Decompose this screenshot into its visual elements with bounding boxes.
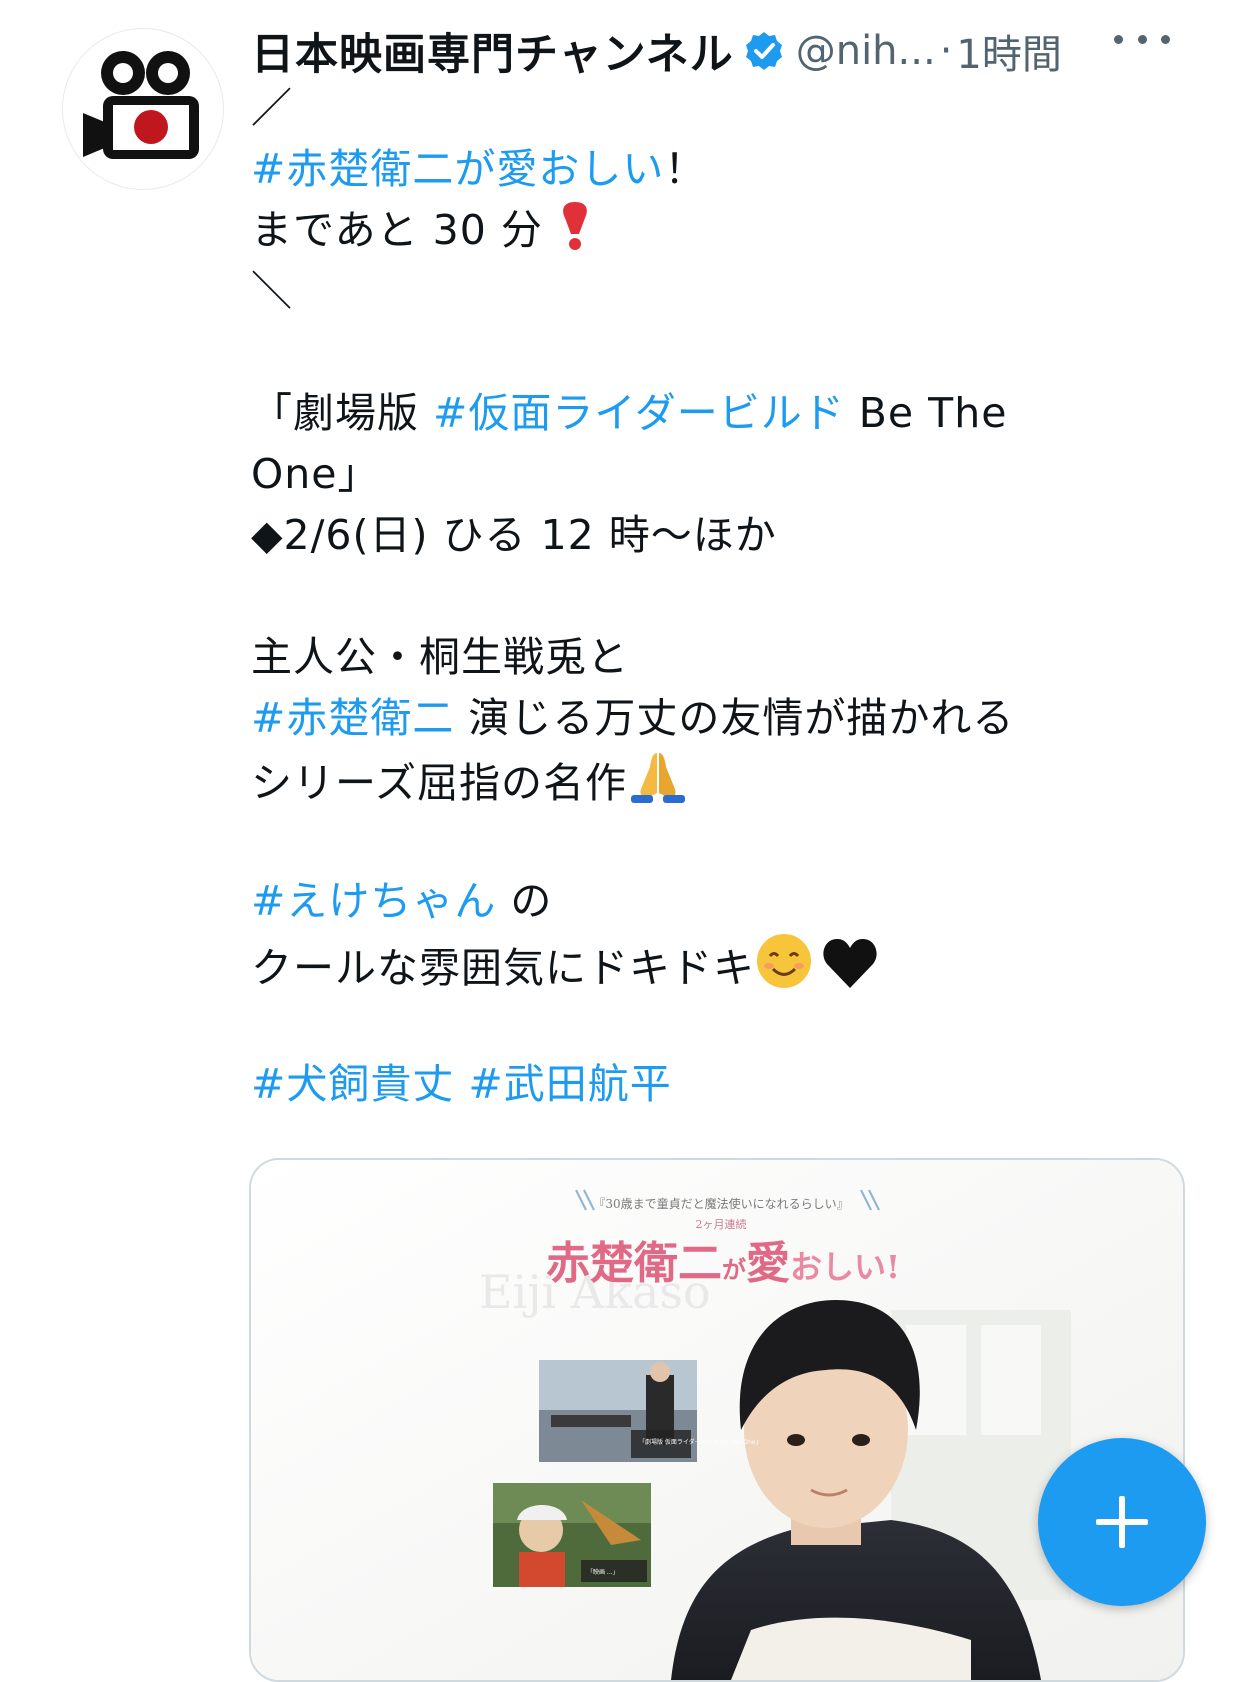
text-fragment: シリーズ屈指の名作 <box>251 759 627 807</box>
text-line: ／ <box>251 78 1111 139</box>
tweet-timestamp[interactable]: 1時間 <box>956 22 1061 80</box>
film-camera-icon <box>83 51 199 159</box>
text-fragment: ／ <box>251 84 293 132</box>
thumbnail-caption-2: 「映画 ...」 <box>587 1568 619 1576</box>
media-subheader-text: 2ヶ月連続 <box>696 1217 747 1231</box>
text-line: #赤楚衛二 演じる万丈の友情が描かれる <box>251 688 1111 749</box>
hashtag-link[interactable]: #犬飼貴丈 <box>251 1060 454 1108</box>
compose-tweet-button[interactable] <box>1038 1438 1206 1606</box>
text-fragment: まであと 30 分 <box>251 206 543 254</box>
thumbnail-photo-2: 「映画 ...」 <box>493 1483 651 1587</box>
display-name[interactable]: 日本映画専門チャンネル <box>251 20 734 82</box>
author-avatar[interactable] <box>62 28 224 190</box>
hashtag-link[interactable]: #赤楚衛二 <box>251 694 454 742</box>
media-title-part: 愛 <box>746 1238 790 1289</box>
media-title-part: が <box>722 1255 746 1284</box>
plus-icon <box>1096 1496 1148 1548</box>
text-fragment: ＼ <box>251 267 293 315</box>
hashtag-link[interactable]: #仮面ライダービルド <box>433 389 845 437</box>
text-line: #えけちゃん の <box>251 871 1111 932</box>
folded-hands-icon <box>627 749 689 822</box>
text-line: 「劇場版 #仮面ライダービルド Be The <box>251 383 1111 444</box>
text-fragment: ◆2/6(日) ひる 12 時〜ほか <box>251 511 777 559</box>
thumbnail-caption-1: 「劇場版 仮面ライダービルド Be The One」 <box>639 1438 762 1446</box>
author-handle[interactable]: @nih... <box>796 28 936 74</box>
text-fragment: 「劇場版 <box>251 389 434 437</box>
text-fragment: の <box>496 877 553 925</box>
text-line: #赤楚衛二が愛おしい！ <box>251 139 1111 200</box>
separator-dot: · <box>939 28 953 74</box>
text-line: 主人公・桐生戦兎と <box>251 627 1111 688</box>
text-line: One」 <box>251 444 1111 505</box>
text-fragment: Be The <box>844 389 1008 437</box>
black-heart-icon <box>821 936 879 1007</box>
text-line: ◆2/6(日) ひる 12 時〜ほか <box>251 505 1111 566</box>
more-horizontal-icon[interactable] <box>1114 24 1170 54</box>
tweet-media-image[interactable]: 『30歳まで童貞だと魔法使いになれるらしい』 2ヶ月連続 Eiji Akaso … <box>249 1158 1185 1682</box>
text-line: ＼ <box>251 261 1111 322</box>
text-fragment: クールな雰囲気にドキドキ <box>251 944 755 992</box>
tweet-header: 日本映画専門チャンネル @nih... · 1時間 <box>251 20 1191 82</box>
text-line: クールな雰囲気にドキドキ <box>251 932 1111 993</box>
text-fragment: 演じる万丈の友情が描かれる <box>454 694 1015 742</box>
hashtag-link[interactable]: #赤楚衛二が愛おしい <box>251 145 664 193</box>
text-fragment: ！ <box>664 145 707 193</box>
text-line: シリーズ屈指の名作 <box>251 749 1111 810</box>
media-title-part: おしい! <box>790 1248 900 1286</box>
text-line: #犬飼貴丈 #武田航平 <box>251 1054 1111 1115</box>
text-line: まであと 30 分 <box>251 200 1111 261</box>
verified-badge-icon <box>744 31 784 71</box>
text-fragment: 主人公・桐生戦兎と <box>251 633 629 681</box>
media-title-part: 赤楚衛二 <box>546 1238 722 1289</box>
text-fragment: One」 <box>251 450 380 498</box>
tweet-text: ／ #赤楚衛二が愛おしい！ まであと 30 分 ＼ 「劇場版 #仮面ライダービル… <box>251 78 1111 1115</box>
hashtag-link[interactable]: #武田航平 <box>468 1060 671 1108</box>
heavy-exclamation-icon <box>557 200 593 269</box>
smiling-face-icon <box>755 932 813 1007</box>
hashtag-link[interactable]: #えけちゃん <box>251 877 496 925</box>
media-header-text: 『30歳まで童貞だと魔法使いになれるらしい』 <box>593 1196 848 1211</box>
